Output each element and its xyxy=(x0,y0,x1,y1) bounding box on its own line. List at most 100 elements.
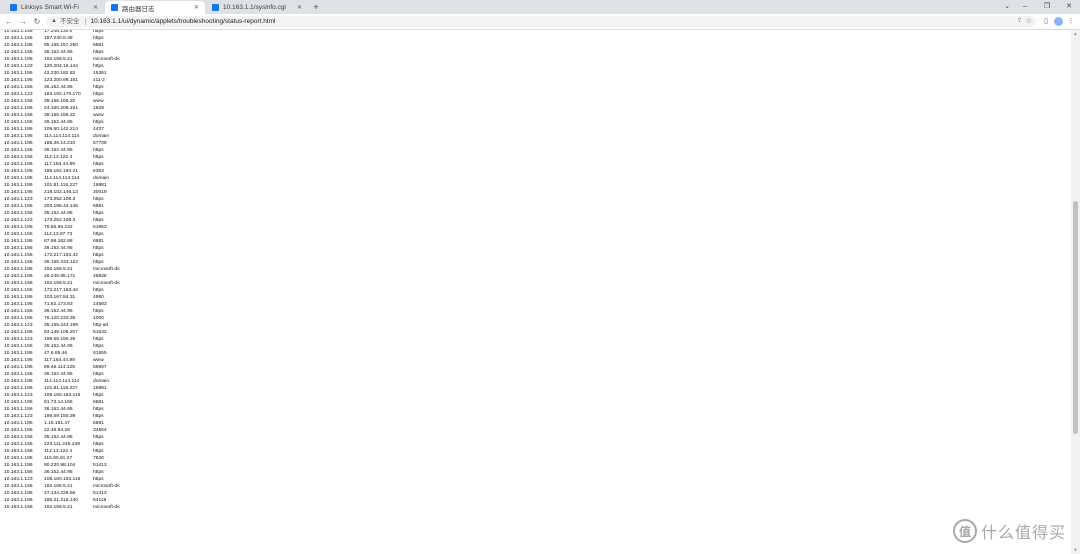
source-ip: 10.163.1.195 xyxy=(4,379,33,384)
service: https xyxy=(93,337,104,342)
log-row: 10.163.1.195 24.150.206.151 1829 xyxy=(0,105,200,112)
close-icon[interactable]: ✕ xyxy=(297,4,302,11)
source-ip: 10.163.1.195 xyxy=(4,225,33,230)
source-ip: 10.163.1.195 xyxy=(4,358,33,363)
log-row: 10.163.1.156 36.152.44.95 https xyxy=(0,119,200,126)
destination-ip: 173.252.108.3 xyxy=(44,218,76,223)
scrollbar[interactable]: ▲ ▼ xyxy=(1071,30,1080,554)
log-row: 10.163.1.156 192.168.5.21 microsoft-ds xyxy=(0,483,200,490)
scroll-down-arrow-icon[interactable]: ▼ xyxy=(1071,546,1080,554)
service: 6881 xyxy=(93,43,104,48)
service: https xyxy=(93,253,104,258)
menu-icon[interactable]: ⋮ xyxy=(1066,14,1076,29)
service: http-alt xyxy=(93,323,108,328)
log-row: 10.163.1.156 36.152.44.95 https xyxy=(0,308,200,315)
destination-ip: 36.152.44.95 xyxy=(44,85,73,90)
source-ip: 10.163.1.156 xyxy=(4,470,33,475)
avatar[interactable] xyxy=(1054,17,1063,26)
sidebar-icon[interactable]: ▯ xyxy=(1041,14,1051,29)
log-row: 10.163.1.195 185.21.216.140 64118 xyxy=(0,497,200,504)
log-row: 10.163.1.195 81.73.14.155 6881 xyxy=(0,399,200,406)
destination-ip: 36.155.233.122 xyxy=(44,260,78,265)
destination-ip: 36.152.44.95 xyxy=(44,407,73,412)
source-ip: 10.163.1.156 xyxy=(4,232,33,237)
security-label[interactable]: 不安全 xyxy=(60,16,80,27)
destination-ip: 117.184.44.99 xyxy=(44,162,75,167)
source-ip: 10.163.1.195 xyxy=(4,183,33,188)
source-ip: 10.163.1.195 xyxy=(4,316,33,321)
service: https xyxy=(93,442,104,447)
destination-ip: 218.102.146.13 xyxy=(44,190,78,195)
new-tab-button[interactable]: + xyxy=(311,1,321,13)
tab-linksys[interactable]: Linksys Smart Wi-Fi ✕ xyxy=(4,1,104,14)
restore-icon[interactable]: ❐ xyxy=(1036,0,1058,14)
separator xyxy=(84,18,86,25)
source-ip: 10.163.1.195 xyxy=(4,204,33,209)
forward-arrow-icon[interactable]: → xyxy=(18,14,28,29)
scroll-up-arrow-icon[interactable]: ▲ xyxy=(1071,30,1080,38)
log-row: 10.163.1.195 185.38.14.210 57739 xyxy=(0,140,200,147)
back-arrow-icon[interactable]: ← xyxy=(4,14,14,29)
warning-icon[interactable]: ▲ xyxy=(50,16,58,27)
log-row: 10.163.1.195 71.62.173.83 14583 xyxy=(0,301,200,308)
service: 6881 xyxy=(93,239,104,244)
bookmark-star-icon[interactable]: ☆ xyxy=(1026,16,1032,27)
source-ip: 10.163.1.195 xyxy=(4,134,33,139)
log-row: 10.163.1.156 192.168.5.21 microsoft-ds xyxy=(0,280,200,287)
close-icon[interactable]: ✕ xyxy=(194,4,199,11)
source-ip: 10.163.1.195 xyxy=(4,267,33,272)
log-row: 10.163.1.195 192.168.5.21 microsoft-ds xyxy=(0,56,200,63)
log-row: 10.163.1.195 1.15.181.47 6881 xyxy=(0,420,200,427)
source-ip: 10.163.1.156 xyxy=(4,99,33,104)
log-row: 10.163.1.123 173.252.108.3 https xyxy=(0,196,200,203)
destination-ip: 185.162.184.21 xyxy=(44,169,78,174)
service: www xyxy=(93,99,104,104)
minimize-icon[interactable]: – xyxy=(1014,0,1036,14)
source-ip: 10.163.1.195 xyxy=(4,106,33,111)
watermark: 值 什么值得买 xyxy=(953,518,1066,544)
destination-ip: 47.134.228.56 xyxy=(44,491,76,496)
source-ip: 10.163.1.195 xyxy=(4,428,33,433)
service: 15361 xyxy=(93,71,107,76)
log-row: 10.163.1.195 109.50.142.214 4437 xyxy=(0,126,200,133)
service: https xyxy=(93,148,104,153)
log-row: 10.163.1.156 36.152.44.95 https xyxy=(0,210,200,217)
source-ip: 10.163.1.156 xyxy=(4,372,33,377)
service: https xyxy=(93,393,104,398)
source-ip: 10.163.1.123 xyxy=(4,337,33,342)
scrollbar-thumb[interactable] xyxy=(1073,200,1078,435)
destination-ip: 112.13.122.4 xyxy=(44,449,73,454)
close-icon[interactable]: ✕ xyxy=(93,4,98,11)
source-ip: 10.163.1.156 xyxy=(4,113,33,118)
tab-search-chevron-icon[interactable]: ⌄ xyxy=(1000,0,1014,14)
destination-ip: 87.98.162.88 xyxy=(44,239,73,244)
destination-ip: 112.13.122.4 xyxy=(44,155,73,160)
share-icon[interactable]: ⇪ xyxy=(1017,16,1022,27)
log-row: 10.163.1.156 36.152.44.95 https xyxy=(0,469,200,476)
destination-ip: 36.152.44.95 xyxy=(44,435,73,440)
log-row: 10.163.1.156 192.168.5.21 microsoft-ds xyxy=(0,504,200,511)
tab-router-log[interactable]: 路由器日志 ✕ xyxy=(105,1,205,14)
service: 46838 xyxy=(93,274,107,279)
service: https xyxy=(93,344,104,349)
destination-ip: 183.192.170.170 xyxy=(44,92,81,97)
source-ip: 10.163.1.195 xyxy=(4,295,33,300)
destination-ip: 36.152.44.95 xyxy=(44,470,73,475)
service: microsoft-ds xyxy=(93,267,120,272)
address-bar[interactable]: ▲ 不安全 10.163.1.1/ui/dynamic/applets/trou… xyxy=(46,16,1036,27)
service: 4437 xyxy=(93,127,104,132)
watermark-logo: 值 xyxy=(953,519,977,543)
destination-ip: 123.200.99.151 xyxy=(44,78,78,83)
source-ip: 10.163.1.123 xyxy=(4,197,33,202)
reload-icon[interactable]: ↻ xyxy=(32,14,42,29)
source-ip: 10.163.1.156 xyxy=(4,155,33,160)
log-row: 10.163.1.156 36.152.44.95 https xyxy=(0,84,200,91)
service: domain xyxy=(93,134,110,139)
url-text[interactable]: 10.163.1.1/ui/dynamic/applets/troublesho… xyxy=(91,16,276,27)
service: https xyxy=(93,309,104,314)
close-window-icon[interactable]: ✕ xyxy=(1058,0,1080,14)
tab-sysinfo[interactable]: 10.163.1.1/sysinfo.cgi ✕ xyxy=(206,1,308,14)
source-ip: 10.163.1.195 xyxy=(4,463,33,468)
destination-ip: 173.252.108.3 xyxy=(44,197,76,202)
service: 14583 xyxy=(93,302,107,307)
